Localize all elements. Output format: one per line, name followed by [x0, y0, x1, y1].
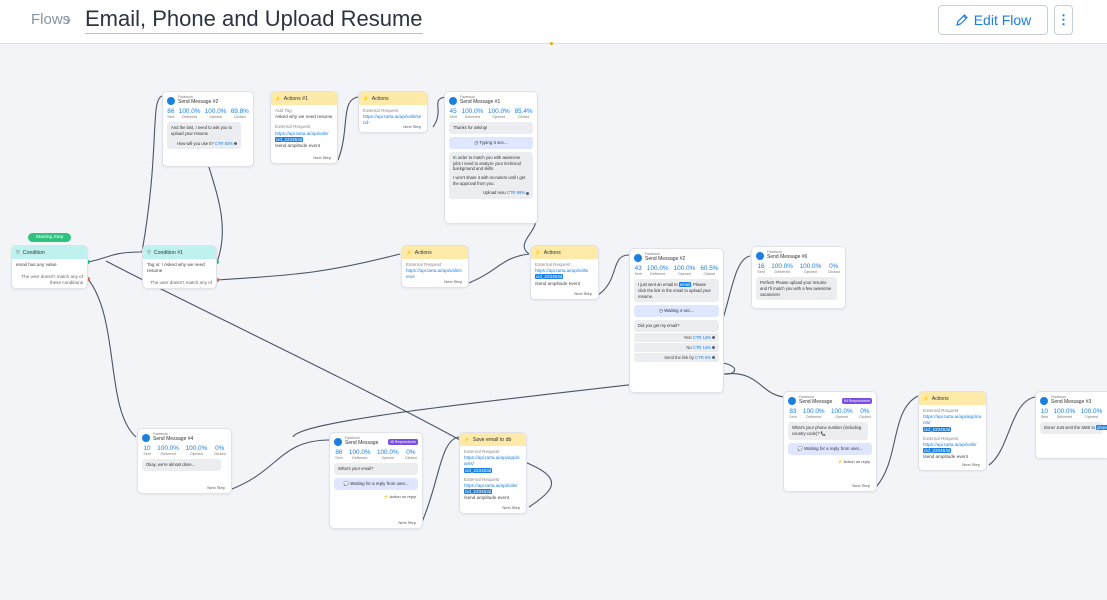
waiting-reply-indicator: 💬 Waiting for a reply from user...	[334, 477, 418, 490]
actions-title: Actions	[371, 95, 389, 102]
bolt-icon: ⚡	[464, 436, 470, 442]
stats-row: 43 Sent 100.0% Delivered 100.0% Opened 60.5…	[634, 265, 719, 277]
reply-yes-button[interactable]: Yes! CTR 12%	[634, 332, 719, 342]
messenger-icon	[167, 96, 175, 105]
message-bubble: Thanks for asking!	[449, 122, 533, 134]
actions-top-card[interactable]: ⚡ Actions External Request https://api.ta…	[358, 91, 428, 133]
action-on-reply-label: Action on reply	[389, 493, 416, 499]
send-message-email-card[interactable]: Facebook Send Message 45 Respondents 86 Se…	[329, 432, 423, 529]
actions-1-card[interactable]: ⚡ Actions #1 Add Tag Asked why we need re…	[270, 91, 338, 164]
action-on-reply-label: Action on reply	[843, 458, 870, 464]
condition-1-card[interactable]: ▽ Condition #1 Tag is: ! Asked why we ne…	[142, 245, 217, 289]
condition-1-title: Condition #1	[153, 249, 183, 256]
step-name: Send Message #1	[460, 98, 501, 105]
actions-body: External Request https://api.tarta.ai/ap…	[535, 262, 589, 286]
condition-title: Condition	[22, 249, 45, 256]
step-name: Send Message	[799, 398, 833, 405]
step-name: Send Message #3	[1051, 398, 1092, 405]
stats-row: 45 Sent 100.0% Delivered 100.0% Opened 85.4…	[449, 108, 533, 120]
send-message-2-middle-card[interactable]: Facebook Send Message #2 43 Sent 100.0% Del…	[629, 248, 724, 393]
next-step-label: Next Step	[574, 291, 592, 296]
step-name: Send Message #2	[178, 98, 219, 105]
respondents-badge[interactable]: 64 Respondents	[841, 398, 872, 404]
next-step-label: Next Step	[962, 462, 980, 467]
send-message-2-top-card[interactable]: Facebook Send Message #2 86 Sent 100.0% Del…	[162, 91, 254, 167]
stats-row: 10 Sent 100.0% Delivered 100.0% Opened	[1040, 408, 1103, 420]
condition-1-else: The user doesn't match any of these cond…	[150, 280, 212, 288]
messenger-icon	[788, 396, 796, 405]
flow-connections	[86, 95, 1036, 523]
message-bubble: Done! Just sent the SMS to phone	[1040, 422, 1107, 434]
messenger-icon	[449, 96, 457, 105]
stats-row: 86 Sent 100.0% Delivered 100.0% Opened 0% Cl…	[335, 449, 417, 461]
next-step-label: Next Step	[313, 155, 331, 160]
question-bubble: Did you get my email?	[634, 320, 719, 332]
actions-title: Actions	[414, 249, 432, 256]
messenger-icon	[634, 253, 642, 262]
message-bubble: Perfect! Please upload your resume and I…	[756, 277, 837, 301]
respondents-badge[interactable]: 45 Respondents	[387, 439, 418, 445]
next-step-label: Next Step	[852, 483, 870, 488]
message-bubble: What's your phone number (including coun…	[788, 422, 868, 440]
actions-title: Actions	[931, 395, 949, 402]
message-bubble: In order to match you with awesome jobs …	[449, 151, 533, 199]
condition-header: ▽ Condition	[12, 246, 87, 259]
filter-icon: ▽	[147, 249, 151, 256]
step-name: Send Message	[345, 439, 379, 446]
bolt-icon: ⚡	[406, 249, 412, 255]
condition-rule: email has any value	[16, 262, 57, 267]
reply-no-button[interactable]: No CTR 14%	[634, 342, 719, 352]
waiting-reply-indicator: 💬 Waiting for a reply from user...	[788, 442, 872, 455]
condition-card[interactable]: ▽ Condition email has any value The user…	[11, 245, 88, 289]
starting-step-pill[interactable]: Starting Step	[28, 233, 71, 242]
actions-body: External Request https://api.tarta.ai/ap…	[464, 449, 520, 501]
messenger-icon	[142, 433, 150, 442]
send-message-6-card[interactable]: Facebook Send Message #6 16 Sent 100.0% Del…	[751, 246, 846, 309]
save-email-card[interactable]: ⚡ Save email to db External Request https…	[459, 432, 527, 514]
message-bubble: I just sent an email to email. Please cl…	[634, 279, 719, 303]
next-step-label: Next Step	[403, 124, 421, 129]
bolt-icon: ⚡	[275, 95, 281, 101]
condition-1-rule: Tag is: ! Asked why we need resume	[147, 262, 205, 274]
bolt-icon: ⚡	[923, 395, 929, 401]
next-step-label: Next Step	[398, 520, 416, 525]
next-step-label: Next Step	[502, 505, 520, 510]
actions-body: Add Tag Asked why we need resume Externa…	[275, 108, 333, 148]
messenger-icon	[756, 251, 764, 260]
actions-body: External Request https://api.tarta.ai/ap…	[923, 408, 982, 460]
bolt-icon: ⚡	[363, 95, 369, 101]
actions-right-card[interactable]: ⚡ Actions External Request https://api.ta…	[918, 391, 987, 471]
send-message-phone-card[interactable]: Facebook Send Message 64 Respondents 83 Se…	[783, 391, 877, 492]
next-step-label: Next Step	[444, 279, 462, 284]
send-message-1-card[interactable]: Facebook Send Message #1 45 Sent 100.0% Del…	[444, 91, 538, 224]
typing-indicator: ◷ Typing 3 sec...	[449, 136, 533, 149]
reply-sms-button[interactable]: Send the link by CTR 5%	[634, 352, 719, 362]
actions-middle-card[interactable]: ⚡ Actions External Request https://api.ta…	[401, 245, 469, 288]
step-name: Send Message #4	[153, 435, 194, 442]
step-name: Send Message #6	[767, 253, 808, 260]
stats-row: 86 Sent 100.0% Delivered 100.0% Opened 69.8…	[167, 108, 249, 120]
messenger-icon	[1040, 396, 1048, 405]
condition-1-header: ▽ Condition #1	[143, 246, 216, 259]
waiting-indicator: ◷ Waiting 4 sec...	[634, 305, 719, 318]
stats-row: 16 Sent 100.0% Delivered 100.0% Opened 0% Cl…	[757, 263, 840, 275]
send-message-4-card[interactable]: Facebook Send Message #4 10 Sent 100.0% Del…	[137, 428, 232, 494]
filter-icon: ▽	[16, 249, 20, 256]
actions-title: Save email to db	[472, 436, 512, 443]
actions-middle-2-card[interactable]: ⚡ Actions External Request https://api.ta…	[530, 245, 599, 300]
next-step-label: Next Step	[207, 485, 225, 490]
message-bubble: What's your email?	[334, 463, 418, 475]
message-bubble: Okay, we're almost done...	[142, 459, 221, 471]
bolt-icon: ⚡	[535, 249, 541, 255]
messenger-icon	[334, 437, 342, 446]
message-bubble: And the last, I need to ask you to uploa…	[167, 122, 241, 150]
actions-title: Actions #1	[283, 95, 308, 102]
condition-else: The user doesn't match any of these cond…	[21, 274, 83, 286]
actions-title: Actions	[543, 249, 561, 256]
step-name: Send Message #2	[645, 255, 686, 262]
stats-row: 10 Sent 100.0% Delivered 100.0% Opened 0% Cl…	[143, 445, 226, 457]
stats-row: 83 Sent 100.0% Delivered 100.0% Opened 0% Cl…	[789, 408, 871, 420]
send-message-3-card[interactable]: Facebook Send Message #3 10 Sent 100.0% Del…	[1035, 391, 1107, 459]
